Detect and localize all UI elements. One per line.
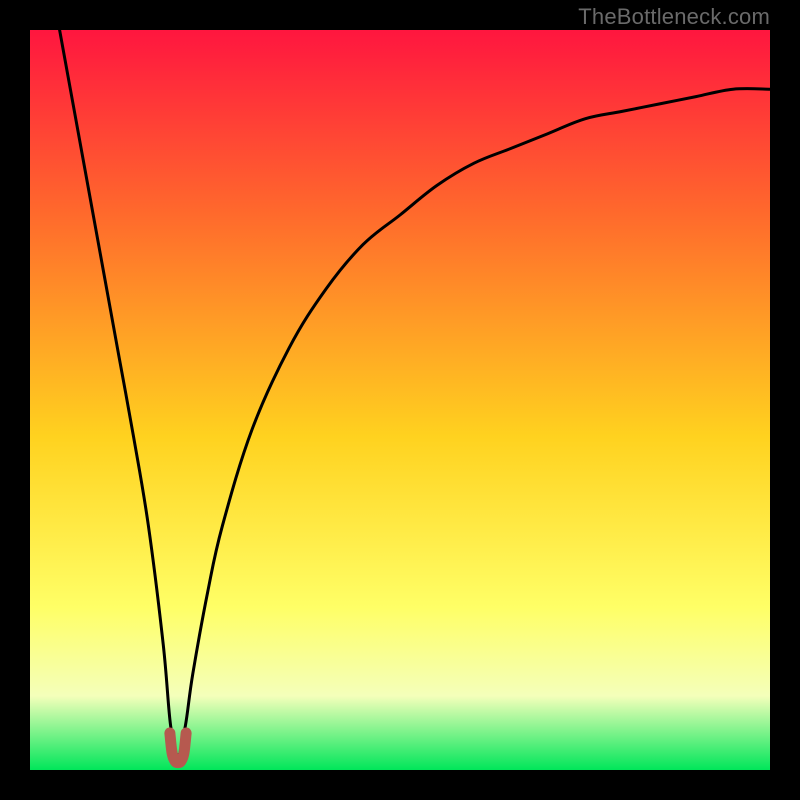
bottleneck-chart — [30, 30, 770, 770]
chart-frame — [30, 30, 770, 770]
gradient-background — [30, 30, 770, 770]
watermark-text: TheBottleneck.com — [578, 4, 770, 30]
